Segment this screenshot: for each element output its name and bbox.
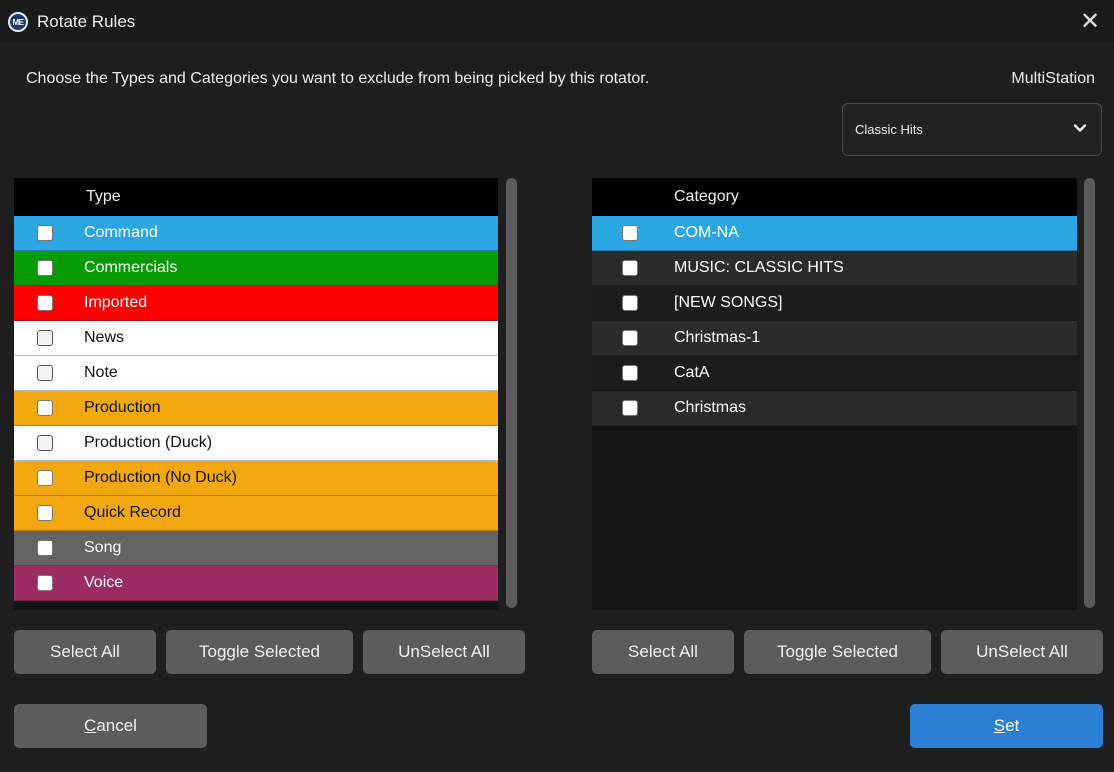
station-dropdown-value: Classic Hits: [855, 122, 923, 137]
type-checkbox[interactable]: [37, 225, 53, 241]
type-row[interactable]: Production: [14, 391, 498, 426]
type-checkbox[interactable]: [37, 435, 53, 451]
type-label: Production (No Duck): [84, 469, 237, 486]
category-label: [NEW SONGS]: [674, 294, 783, 311]
category-label: Christmas: [674, 399, 747, 416]
type-label: Command: [84, 224, 158, 241]
window-title: Rotate Rules: [37, 12, 136, 31]
type-row[interactable]: Voice: [14, 566, 498, 601]
category-row[interactable]: MUSIC: CLASSIC HITS: [592, 251, 1077, 286]
type-row[interactable]: Imported: [14, 286, 498, 321]
type-row[interactable]: News: [14, 321, 498, 356]
type-label: Song: [84, 539, 122, 556]
app-logo-icon: ME: [8, 12, 28, 32]
cancel-button[interactable]: Cancel: [14, 704, 207, 748]
category-checkbox[interactable]: [622, 295, 638, 311]
type-label: Commercials: [84, 259, 178, 276]
type-header-label: Type: [86, 188, 121, 205]
type-label: Note: [84, 364, 118, 381]
type-checkbox[interactable]: [37, 260, 53, 276]
category-checkbox[interactable]: [622, 330, 638, 346]
category-checkbox[interactable]: [622, 260, 638, 276]
type-checkbox[interactable]: [37, 365, 53, 381]
category-row[interactable]: Christmas: [592, 391, 1077, 426]
category-list-scrollbar[interactable]: [1084, 178, 1095, 608]
category-label: Christmas-1: [674, 329, 761, 346]
type-label: Voice: [84, 574, 124, 591]
close-button[interactable]: ✕: [1076, 8, 1104, 36]
type-label: Imported: [84, 294, 148, 311]
set-label-rest: et: [1005, 716, 1020, 735]
type-label: News: [84, 329, 125, 346]
type-select-all-button[interactable]: Select All: [14, 630, 156, 674]
category-header-label: Category: [674, 188, 739, 205]
category-toggle-selected-button[interactable]: Toggle Selected: [744, 630, 931, 674]
category-label: COM-NA: [674, 224, 739, 241]
type-row[interactable]: Commercials: [14, 251, 498, 286]
type-list: Type Command Commercials Imported News Note P…: [14, 178, 498, 610]
type-row[interactable]: Note: [14, 356, 498, 391]
cancel-mnemonic: C: [84, 716, 97, 735]
station-label: MultiStation: [1011, 70, 1095, 87]
type-label: Production: [84, 399, 161, 416]
category-unselect-all-button[interactable]: UnSelect All: [941, 630, 1103, 674]
category-row[interactable]: CatA: [592, 356, 1077, 391]
type-checkbox[interactable]: [37, 540, 53, 556]
category-row[interactable]: Christmas-1: [592, 321, 1077, 356]
category-list: Category COM-NA MUSIC: CLASSIC HITS [NEW S…: [592, 178, 1077, 610]
type-row[interactable]: Command: [14, 216, 498, 251]
type-label: Production (Duck): [84, 434, 213, 451]
category-select-all-button[interactable]: Select All: [592, 630, 734, 674]
type-toggle-selected-button[interactable]: Toggle Selected: [166, 630, 353, 674]
cancel-label-rest: ancel: [96, 716, 137, 735]
type-row[interactable]: Production (Duck): [14, 426, 498, 461]
chevron-down-icon: [1073, 124, 1087, 132]
category-row[interactable]: [NEW SONGS]: [592, 286, 1077, 321]
type-label: Quick Record: [84, 504, 181, 521]
title-bar: ME Rotate Rules ✕: [0, 0, 1114, 43]
category-checkbox[interactable]: [622, 365, 638, 381]
type-checkbox[interactable]: [37, 295, 53, 311]
type-unselect-all-button[interactable]: UnSelect All: [363, 630, 525, 674]
type-row[interactable]: Quick Record: [14, 496, 498, 531]
category-checkbox[interactable]: [622, 400, 638, 416]
category-label: CatA: [674, 364, 710, 381]
station-dropdown[interactable]: Classic Hits: [842, 103, 1102, 156]
type-checkbox[interactable]: [37, 505, 53, 521]
type-row[interactable]: Song: [14, 531, 498, 566]
type-checkbox[interactable]: [37, 575, 53, 591]
type-checkbox[interactable]: [37, 400, 53, 416]
instructions-text: Choose the Types and Categories you want…: [26, 70, 650, 87]
type-checkbox[interactable]: [37, 470, 53, 486]
category-row[interactable]: COM-NA: [592, 216, 1077, 251]
set-mnemonic: S: [993, 716, 1006, 735]
type-list-header: Type: [14, 178, 498, 216]
category-checkbox[interactable]: [622, 225, 638, 241]
type-list-scrollbar[interactable]: [506, 178, 517, 608]
type-row[interactable]: Production (No Duck): [14, 461, 498, 496]
type-checkbox[interactable]: [37, 330, 53, 346]
set-button[interactable]: Set: [910, 704, 1103, 748]
category-list-header: Category: [592, 178, 1077, 216]
category-label: MUSIC: CLASSIC HITS: [674, 259, 844, 276]
